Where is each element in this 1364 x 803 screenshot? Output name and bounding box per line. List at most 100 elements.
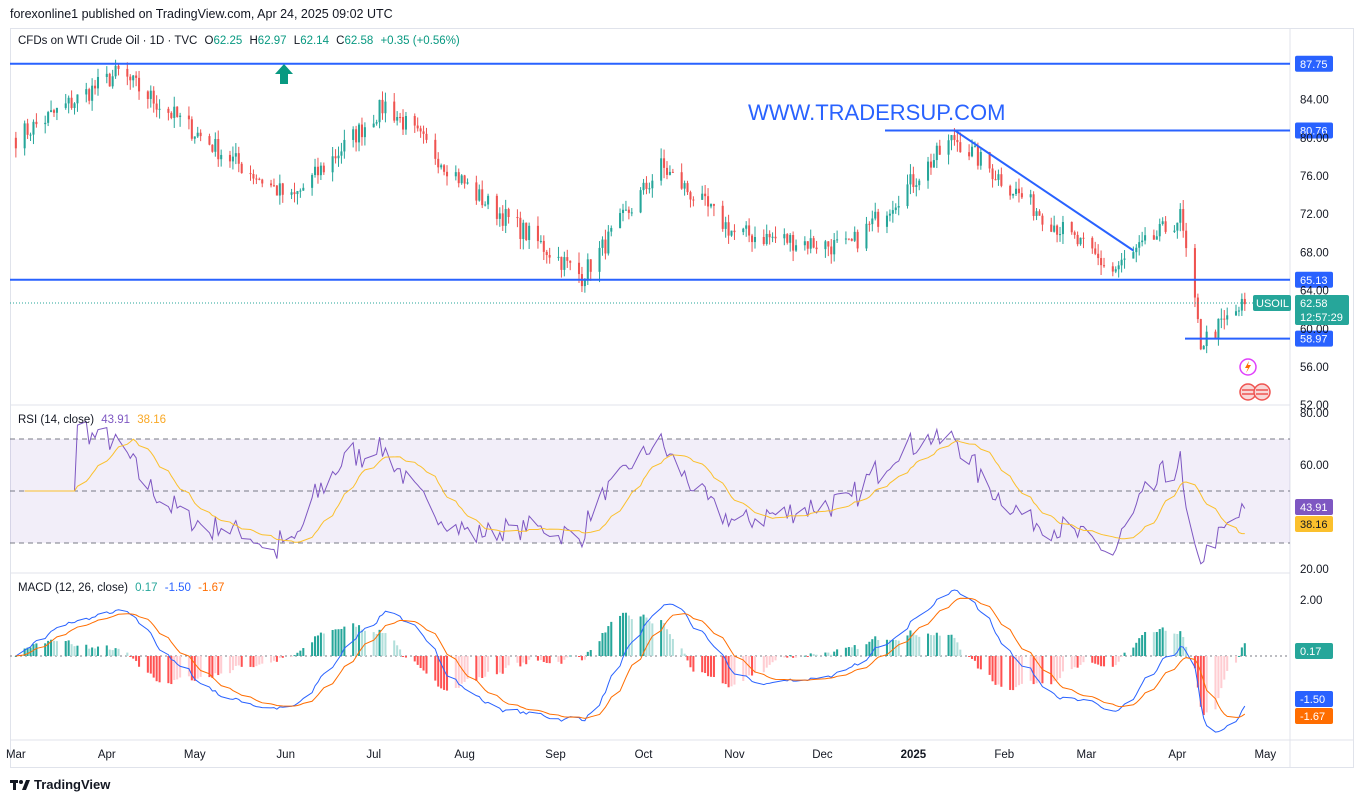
macd-hist-bar — [912, 632, 915, 656]
candle-body — [1111, 266, 1114, 272]
macd-hist-bar — [1179, 631, 1182, 656]
rsi-tick-label: 20.00 — [1300, 564, 1329, 576]
macd-hist-bar — [929, 634, 932, 656]
us-flag-event-icon-2[interactable] — [1253, 383, 1271, 401]
candle-body — [466, 182, 469, 184]
macd-hist-bar — [833, 651, 836, 656]
candle-body — [627, 209, 630, 213]
macd-hist-bar — [108, 649, 111, 656]
candle-body — [894, 207, 897, 211]
macd-hist-bar — [1223, 656, 1226, 680]
candle-body — [190, 119, 193, 139]
macd-hist-bar — [680, 648, 683, 656]
macd-hist-bar — [290, 656, 293, 657]
candle-body — [1214, 331, 1217, 339]
macd-hist-bar — [422, 656, 425, 671]
rsi-legend[interactable]: RSI (14, close) 43.91 38.16 — [18, 414, 170, 426]
candle-body — [522, 222, 525, 239]
macd-hist-bar — [1114, 656, 1117, 666]
macd-hist-bar — [76, 645, 79, 656]
candle-body — [275, 185, 278, 196]
symbol-tag: USOIL — [1256, 298, 1289, 310]
candle-body — [26, 123, 29, 135]
candle-body — [237, 153, 240, 164]
macd-hist-bar — [1058, 656, 1062, 679]
macd-hist-bar — [874, 636, 877, 656]
candle-body — [507, 208, 510, 218]
candle-body — [440, 165, 443, 168]
candle-body — [1173, 230, 1176, 232]
candle-body — [956, 139, 959, 143]
candle-body — [1234, 311, 1238, 316]
candle-body — [976, 145, 979, 166]
macd-hist-bar — [401, 656, 405, 657]
macd-hist-bar — [765, 656, 768, 668]
price-badge-countdown: 12:57:29 — [1300, 312, 1343, 324]
macd-hist-bar — [399, 649, 402, 656]
macd-hist-bar — [927, 633, 930, 656]
rsi-name: RSI (14, close) — [18, 414, 95, 426]
candle-body — [196, 132, 199, 137]
candle-body — [891, 210, 894, 214]
macd-hist-bar — [228, 656, 232, 674]
macd-hist-bar — [355, 626, 358, 656]
x-tick-label: Feb — [994, 749, 1014, 761]
macd-hist-bar — [275, 656, 278, 662]
candle-body — [536, 225, 539, 242]
macd-hist-bar — [1144, 631, 1147, 656]
candle-body — [126, 68, 129, 77]
candle-body — [994, 179, 997, 181]
macd-hist-bar — [334, 629, 337, 656]
macd-hist-bar — [498, 656, 501, 673]
candle-body — [712, 204, 715, 206]
candle-body — [1237, 310, 1240, 312]
macd-hist-bar — [707, 656, 710, 677]
trendline[interactable] — [953, 129, 1134, 252]
candle-body — [927, 161, 930, 181]
symbol-legend[interactable]: CFDs on WTI Crude Oil · 1D · TVC O62.25 … — [18, 35, 464, 47]
candle-body — [563, 257, 566, 270]
candle-body — [1240, 298, 1243, 311]
macd-tick-label: 2.00 — [1300, 595, 1322, 607]
macd-hist-bar — [73, 646, 76, 656]
candle-body — [343, 139, 346, 152]
candle-body — [560, 256, 563, 270]
price-tick-label: 68.00 — [1300, 247, 1329, 259]
candle-body — [753, 236, 757, 243]
macd-hist-bar — [360, 629, 363, 656]
candle-body — [314, 166, 317, 176]
candle-body — [668, 171, 671, 175]
macd-hist-bar — [445, 656, 449, 691]
footer-brand[interactable]: TradingView — [10, 777, 110, 792]
macd-hist-bar — [806, 656, 809, 657]
candle-body — [302, 187, 305, 191]
macd-hist-bar — [792, 656, 795, 658]
candle-body — [47, 112, 50, 123]
macd-hist-bar — [293, 655, 296, 657]
macd-hist-bar — [331, 629, 334, 656]
candle-body — [1117, 265, 1120, 270]
chart-canvas[interactable]: 87.7580.7665.1358.97 Mar Apr May Jun Jul Aug S… — [0, 0, 1364, 803]
rsi-value: 43.91 — [101, 414, 131, 426]
macd-hist-bar — [539, 656, 542, 661]
macd-hist-bar — [1056, 656, 1059, 681]
macd-hist-bar — [434, 656, 437, 681]
candle-body — [783, 234, 786, 239]
candle-body — [833, 240, 836, 255]
macd-hist-bar — [416, 656, 419, 665]
macd-legend[interactable]: MACD (12, 26, close) 0.17 -1.50 -1.67 — [18, 582, 228, 594]
macd-hist-bar — [249, 656, 252, 667]
candle-body — [545, 251, 548, 256]
macd-hist-bar — [1135, 642, 1138, 656]
candle-body — [812, 238, 815, 248]
price-tick-label: 84.00 — [1300, 95, 1329, 107]
candle-body — [621, 209, 625, 214]
macd-hist-bar — [865, 644, 868, 656]
macd-hist-bar — [847, 647, 850, 656]
macd-hist-bar — [155, 656, 158, 682]
macd-hist-bar — [569, 655, 572, 657]
macd-hist-bar — [1111, 656, 1114, 667]
candle-body — [217, 139, 220, 160]
candle-body — [548, 255, 551, 258]
macd-value: 0.17 — [135, 582, 158, 594]
